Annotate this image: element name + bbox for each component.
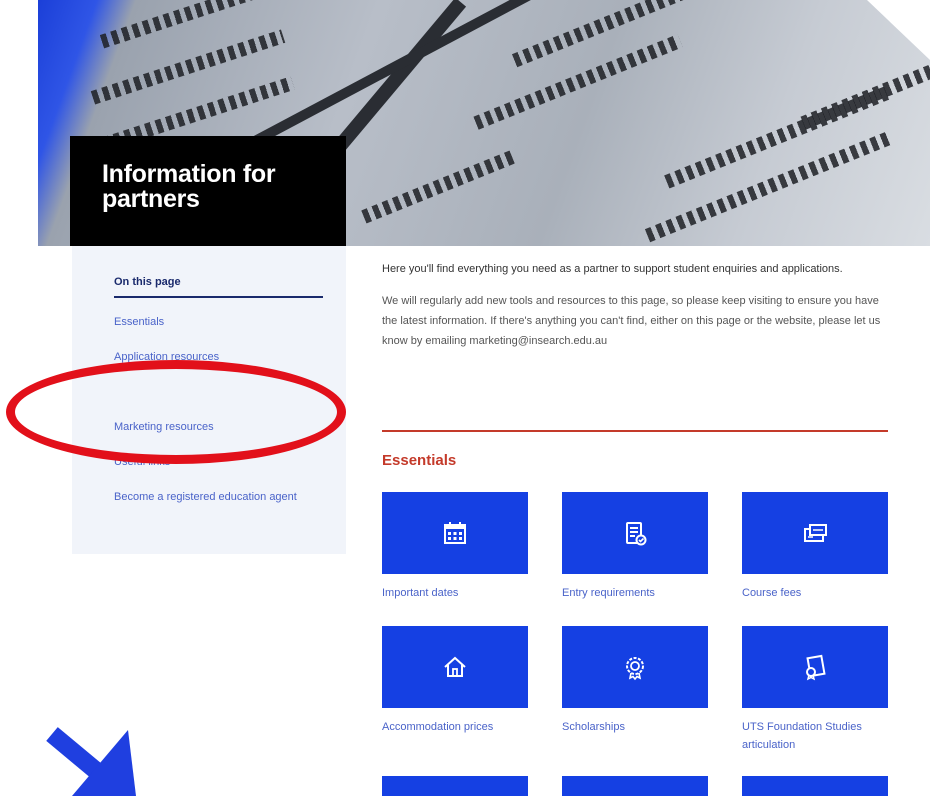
house-icon — [444, 656, 466, 677]
tile-label-uts-foundation[interactable]: UTS Foundation Studies articulation — [742, 718, 892, 754]
tile-label-entry-requirements[interactable]: Entry requirements — [562, 584, 712, 602]
section-divider — [382, 430, 888, 432]
sidebar-item-essentials[interactable]: Essentials — [114, 314, 324, 331]
hero-corner — [867, 0, 930, 60]
hero-pattern — [800, 64, 930, 130]
badge-icon — [626, 657, 644, 681]
hero-pattern — [473, 34, 683, 130]
main-content: Here you'll find everything you need as … — [382, 262, 890, 351]
intro-text-2: We will regularly add new tools and reso… — [382, 295, 881, 347]
hero-pattern — [99, 0, 257, 49]
page-title: Information for partners — [102, 160, 276, 213]
hero-pattern — [361, 150, 515, 224]
tile-scholarships[interactable] — [562, 626, 708, 708]
intro-text: Here you'll find everything you need as … — [382, 263, 843, 275]
annotation-blue-arrow-icon — [46, 727, 136, 796]
hero-title-box: Information for partners — [70, 136, 346, 246]
tile-label-accommodation-prices[interactable]: Accommodation prices — [382, 718, 532, 736]
tile-entry-requirements[interactable] — [562, 492, 708, 574]
annotation-red-circle — [6, 360, 346, 464]
section-title-essentials: Essentials — [382, 452, 457, 469]
tile-accommodation-prices[interactable] — [382, 626, 528, 708]
sidebar-item-become-agent[interactable]: Become a registered education agent — [114, 489, 324, 506]
fees-icon — [804, 524, 827, 542]
tile-label-scholarships[interactable]: Scholarships — [562, 718, 712, 736]
tile-row3-1[interactable] — [382, 776, 528, 796]
tile-row3-3[interactable] — [742, 776, 888, 796]
tile-important-dates[interactable] — [382, 492, 528, 574]
tile-uts-foundation[interactable] — [742, 626, 888, 708]
tile-row3-2[interactable] — [562, 776, 708, 796]
tile-label-important-dates[interactable]: Important dates — [382, 584, 532, 602]
on-this-page-heading: On this page — [114, 276, 323, 298]
tile-label-course-fees[interactable]: Course fees — [742, 584, 892, 602]
calendar-icon — [444, 522, 466, 544]
certificate-icon — [806, 654, 826, 681]
tile-course-fees[interactable] — [742, 492, 888, 574]
document-check-icon — [626, 522, 647, 546]
